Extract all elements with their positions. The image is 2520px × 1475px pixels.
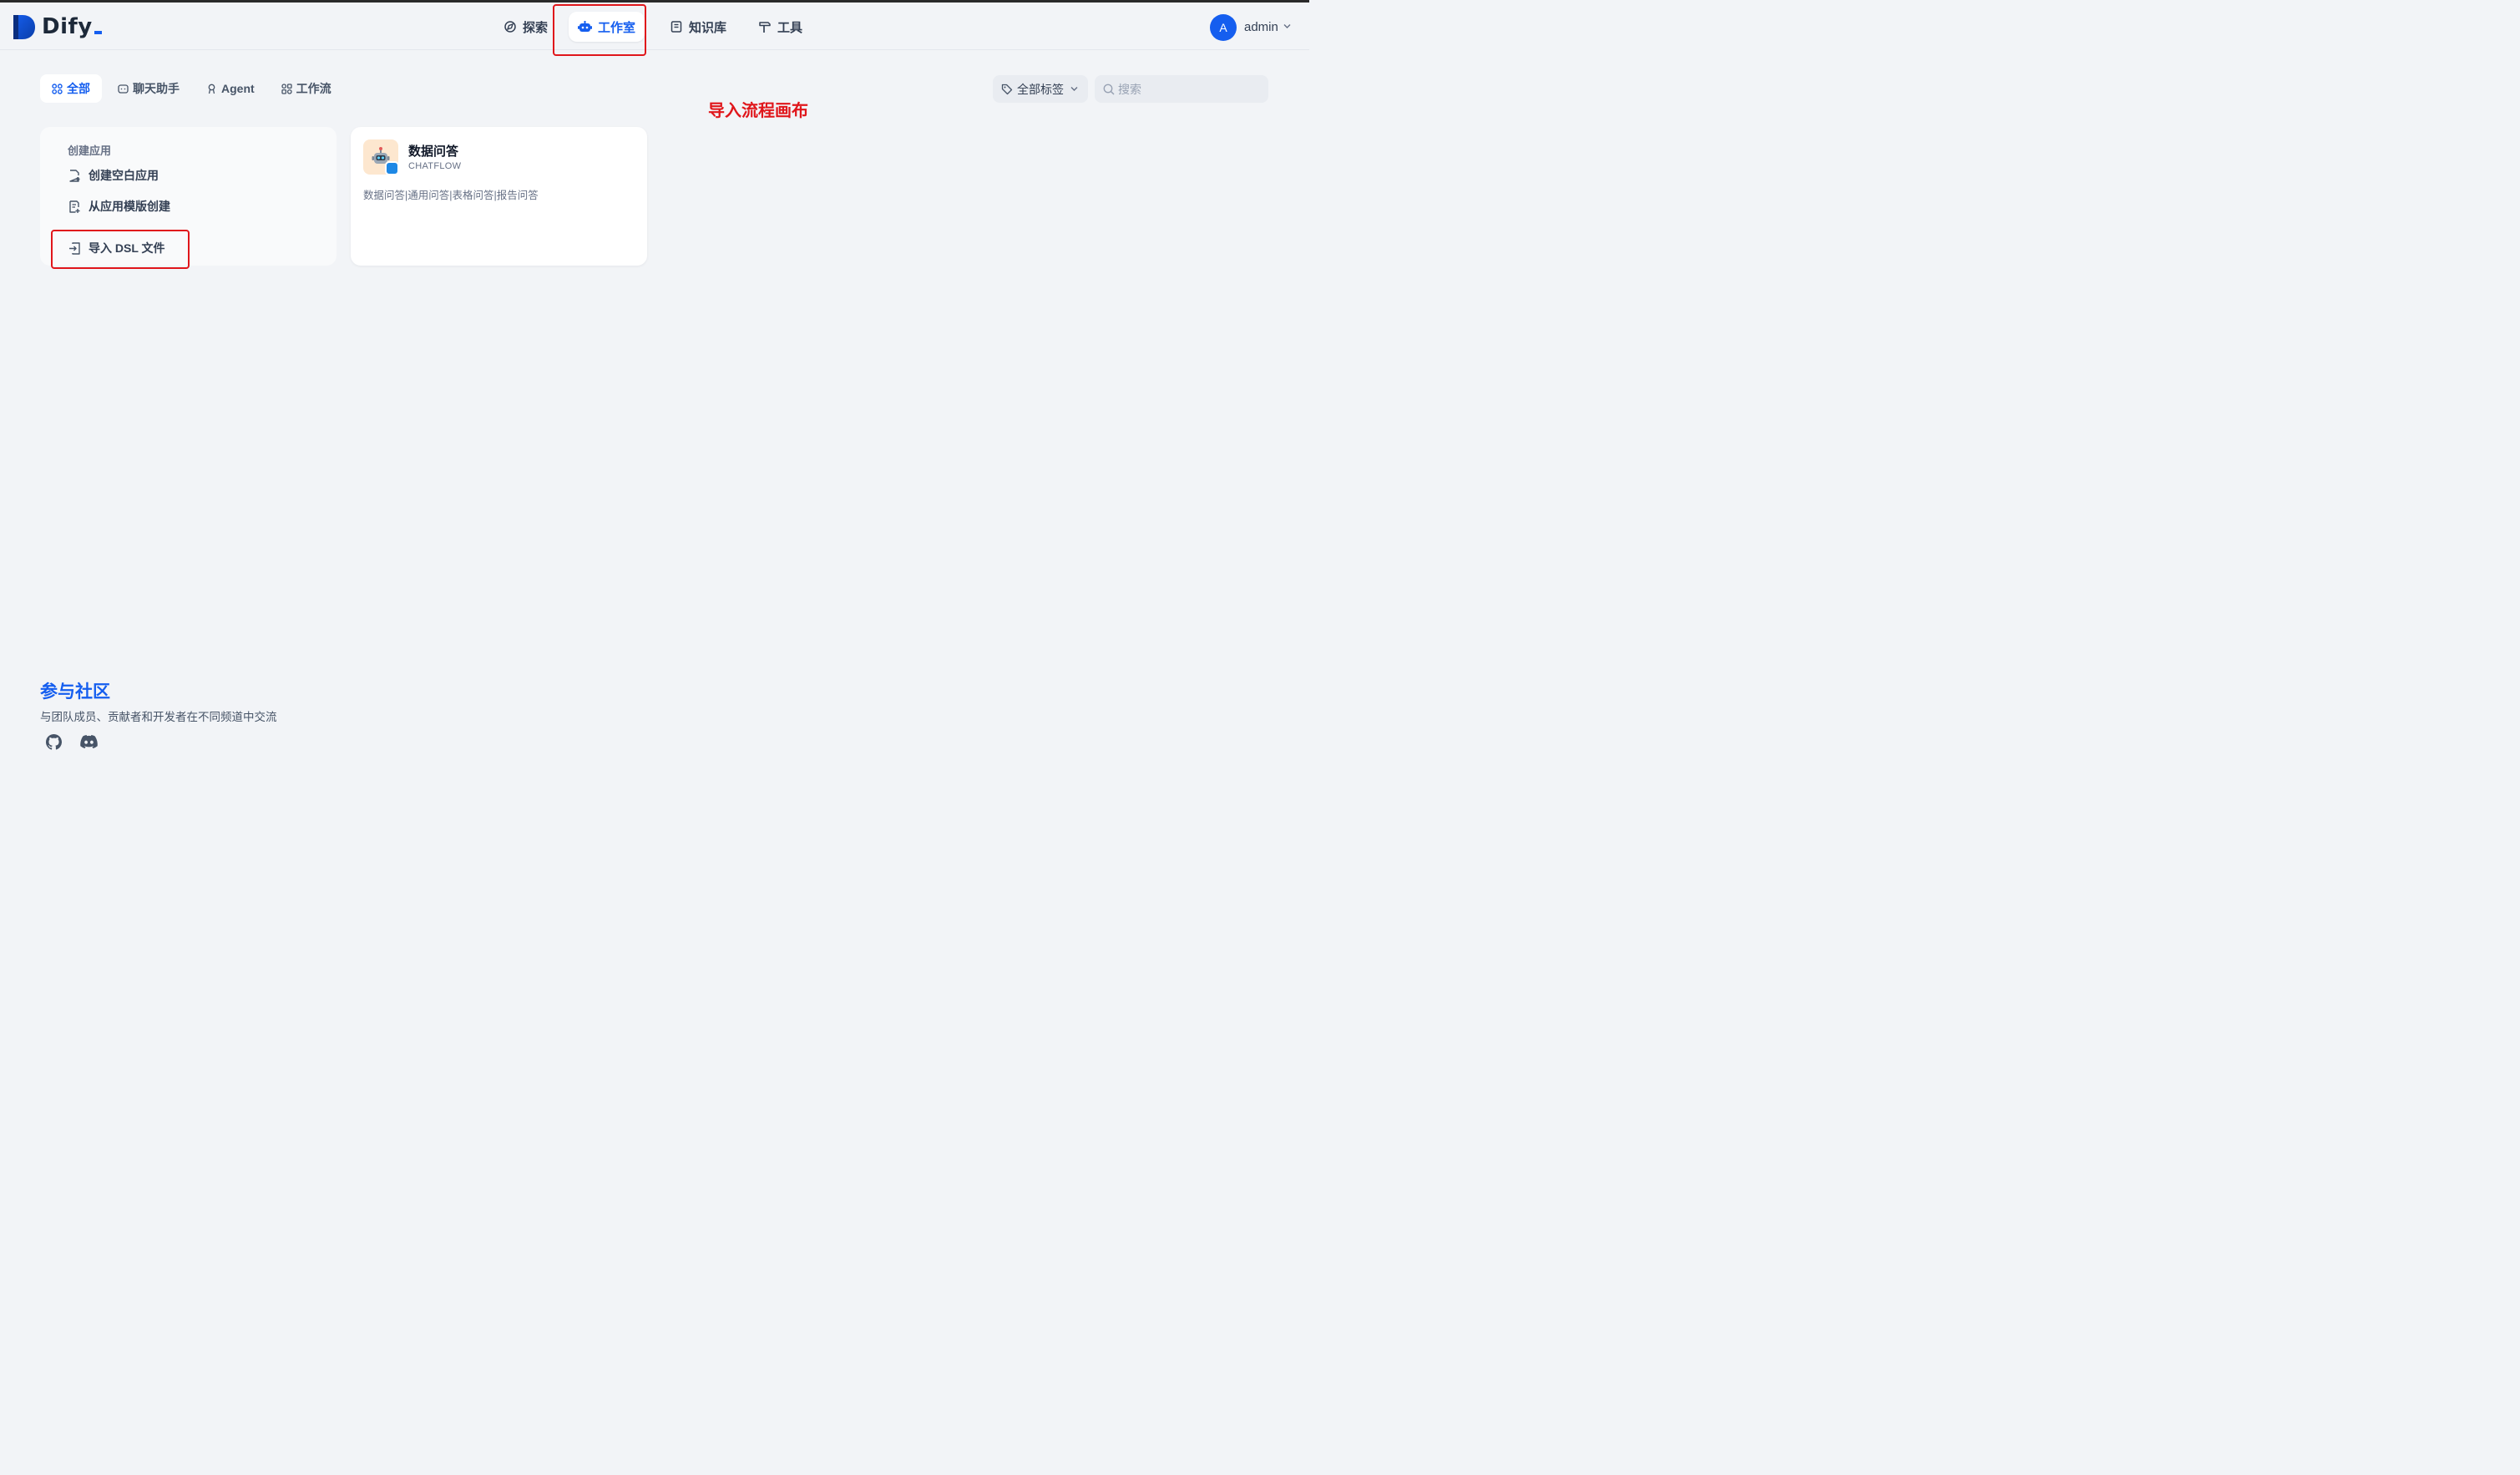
search-input[interactable] <box>1118 82 1260 96</box>
discord-icon[interactable] <box>75 732 102 752</box>
create-from-template-button[interactable]: 从应用模版创建 <box>68 198 170 215</box>
dify-logo-icon <box>13 14 35 39</box>
tab-workflow-label: 工作流 <box>296 82 331 95</box>
nav-knowledge-label: 知识库 <box>689 20 727 35</box>
nav-tools-label: 工具 <box>777 20 803 35</box>
chevron-down-icon <box>1070 87 1078 91</box>
top-header: Dify 探索 工作室 知识库 工具 A admin <box>0 3 1309 50</box>
chatflow-badge-icon <box>385 161 399 175</box>
file-plus-icon <box>69 169 80 182</box>
tab-workflow[interactable]: 工作流 <box>271 74 342 103</box>
chevron-down-icon[interactable] <box>1283 23 1291 29</box>
book-icon <box>670 21 682 33</box>
annotation-text: 导入流程画布 <box>708 102 808 120</box>
nav-knowledge[interactable]: 知识库 <box>660 12 736 42</box>
chat-icon <box>118 84 129 94</box>
highlight-box-import-dsl <box>51 230 190 269</box>
nav-explore[interactable]: 探索 <box>494 12 557 42</box>
tab-agent[interactable]: Agent <box>195 74 266 103</box>
brand-underscore <box>94 31 102 34</box>
highlight-box-studio <box>553 4 646 56</box>
tab-chat-assistant-label: 聊天助手 <box>133 82 180 95</box>
tag-filter-label: 全部标签 <box>1017 82 1064 96</box>
app-type-tabs: 全部 聊天助手 Agent 工作流 <box>40 74 347 103</box>
search-icon <box>1103 84 1115 95</box>
create-app-title: 创建应用 <box>68 144 112 157</box>
create-blank-app-button[interactable]: 创建空白应用 <box>68 167 159 184</box>
community-links <box>40 732 110 752</box>
compass-icon <box>504 21 516 33</box>
community-title: 参与社区 <box>40 682 110 702</box>
community-description: 与团队成员、贡献者和开发者在不同频道中交流 <box>40 711 277 723</box>
tab-chat-assistant[interactable]: 聊天助手 <box>107 74 190 103</box>
app-description: 数据问答|通用问答|表格问答|报告问答 <box>363 190 539 201</box>
create-from-template-label: 从应用模版创建 <box>89 200 170 213</box>
file-template-icon <box>69 200 80 213</box>
github-icon[interactable] <box>40 732 67 752</box>
user-avatar[interactable]: A <box>1210 14 1237 41</box>
brand-name: Dify <box>42 14 102 39</box>
dify-logo[interactable]: Dify <box>13 13 102 40</box>
tab-all-label: 全部 <box>67 82 90 95</box>
app-card[interactable]: 数据问答 CHATFLOW 数据问答|通用问答|表格问答|报告问答 <box>351 127 647 266</box>
tag-icon <box>1001 84 1013 94</box>
tag-filter-dropdown[interactable]: 全部标签 <box>993 75 1088 103</box>
tab-all[interactable]: 全部 <box>40 74 102 103</box>
user-name[interactable]: admin <box>1244 20 1278 34</box>
agent-icon <box>208 84 215 94</box>
workflow-icon <box>281 83 292 94</box>
hammer-icon <box>759 22 771 33</box>
nav-explore-label: 探索 <box>523 20 549 35</box>
nav-tools[interactable]: 工具 <box>749 12 812 42</box>
grid-icon <box>52 83 63 94</box>
create-blank-app-label: 创建空白应用 <box>89 169 159 182</box>
app-name: 数据问答 <box>408 144 459 159</box>
community-section: 参与社区 与团队成员、贡献者和开发者在不同频道中交流 <box>40 678 277 724</box>
search-box[interactable] <box>1095 75 1268 103</box>
tab-agent-label: Agent <box>221 82 255 95</box>
app-type: CHATFLOW <box>408 161 462 171</box>
